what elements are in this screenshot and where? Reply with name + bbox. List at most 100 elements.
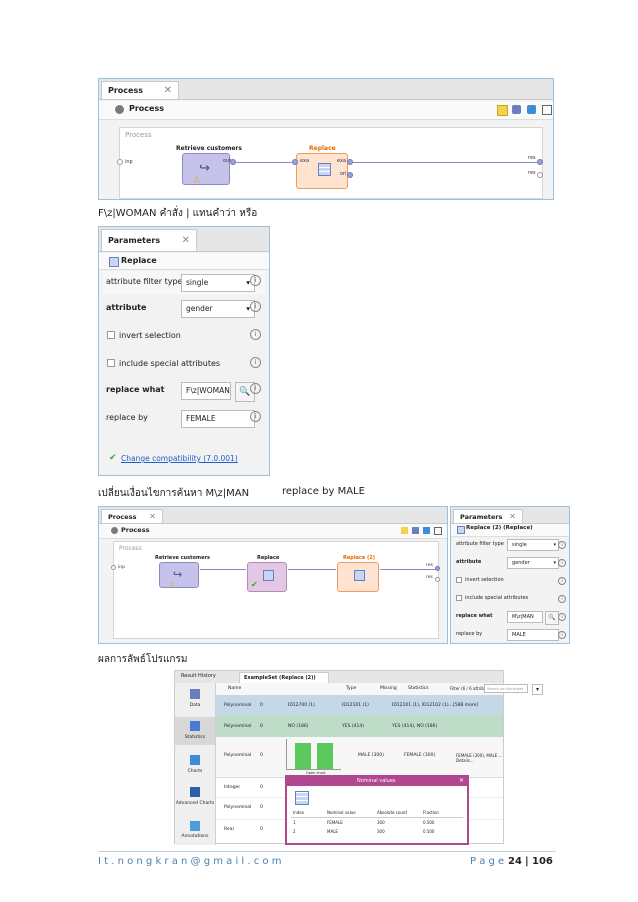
res2-port[interactable]: [435, 577, 440, 582]
expand-icon[interactable]: [542, 105, 552, 115]
cell: 300: [377, 829, 385, 834]
info-icon[interactable]: i: [250, 275, 261, 286]
wire-icon[interactable]: [412, 527, 419, 534]
info-icon[interactable]: i: [558, 577, 566, 585]
side-charts[interactable]: Charts: [175, 753, 215, 779]
select-value: gender: [512, 560, 530, 566]
info-icon[interactable]: i: [558, 631, 566, 639]
table-icon: [354, 570, 365, 581]
replace-by-input[interactable]: FEMALE: [181, 410, 255, 428]
layer-icon[interactable]: [527, 105, 536, 114]
info-icon[interactable]: i: [558, 541, 566, 549]
info-icon[interactable]: i: [250, 329, 261, 340]
wire-icon[interactable]: [512, 105, 521, 114]
op-replace[interactable]: ✔: [247, 562, 287, 592]
info-icon[interactable]: i: [250, 411, 261, 422]
tab-exampleset[interactable]: ExampleSet (Replace (2)): [239, 672, 329, 683]
process-header: Process: [99, 101, 553, 120]
close-icon[interactable]: ✕: [164, 82, 172, 100]
gender-mini-chart[interactable]: [286, 739, 341, 770]
select-value: gender: [186, 304, 213, 313]
close-icon[interactable]: ✕: [459, 777, 464, 784]
side-annotations[interactable]: Annotations: [175, 821, 215, 843]
side-label: Statistics: [184, 735, 206, 740]
op-retrieve-customers[interactable]: ↪ ⚠: [159, 562, 199, 588]
tab-parameters[interactable]: Parameters ✕: [453, 509, 523, 523]
regex-edit-button[interactable]: 🔍: [545, 611, 559, 625]
add-note-icon[interactable]: [497, 105, 508, 116]
info-icon[interactable]: i: [250, 357, 261, 368]
close-icon[interactable]: ✕: [149, 510, 156, 524]
wire-2: [288, 569, 336, 570]
param-label: replace by: [456, 631, 483, 637]
info-icon[interactable]: i: [558, 595, 566, 603]
operator-label: Replace (2) (Replace): [466, 525, 533, 531]
attribute-select[interactable]: gender ▾: [181, 300, 255, 318]
table-icon: [295, 791, 309, 805]
invert-selection-checkbox[interactable]: [456, 577, 462, 583]
close-icon[interactable]: ✕: [509, 510, 516, 524]
attribute-select[interactable]: gender ▾: [507, 557, 559, 569]
param-label: attribute filter type: [456, 541, 504, 547]
info-icon[interactable]: i: [558, 559, 566, 567]
replace-what-input[interactable]: F\z|WOMAN: [181, 382, 231, 400]
replace-what-input[interactable]: M\z|MAN: [507, 611, 543, 623]
stats-row-1[interactable]: Polynominal 0 ID12700 (1) ID12101 (1) ID…: [216, 695, 503, 715]
side-statistics[interactable]: Statistics: [175, 717, 215, 745]
compat-link[interactable]: Change compatibility (7.0.001): [121, 454, 238, 463]
input-port[interactable]: [111, 565, 116, 570]
close-icon[interactable]: ✕: [182, 230, 190, 252]
process-title: Process: [121, 526, 150, 534]
filter-icon[interactable]: ▾: [532, 684, 543, 695]
expand-icon[interactable]: [434, 527, 442, 535]
check-icon: ✔: [251, 580, 258, 589]
tab-label: Process: [108, 86, 143, 95]
warning-icon: ⚠: [193, 175, 201, 184]
cell-type: Polynominal: [224, 753, 252, 758]
invert-selection-checkbox[interactable]: [107, 331, 115, 339]
tab-result-history[interactable]: Result History: [181, 673, 216, 679]
info-icon[interactable]: i: [250, 301, 261, 312]
col-name: Name: [228, 686, 242, 691]
cell: 1: [293, 820, 296, 825]
info-icon[interactable]: i: [558, 613, 566, 621]
cell-values: YES (414), NO (186): [392, 724, 438, 729]
tab-process[interactable]: Process ✕: [101, 81, 179, 99]
replace-by-input[interactable]: MALE: [507, 629, 559, 641]
col-index: Index: [293, 810, 305, 815]
include-special-checkbox[interactable]: [107, 359, 115, 367]
input-port[interactable]: [117, 159, 123, 165]
include-special-checkbox[interactable]: [456, 595, 462, 601]
tab-process[interactable]: Process ✕: [101, 509, 163, 523]
res1-port[interactable]: [537, 159, 543, 165]
cell-missing: 0: [260, 724, 263, 729]
op2-ori-port[interactable]: [347, 172, 353, 178]
add-note-icon[interactable]: [401, 527, 408, 534]
caption-2b: replace by MALE: [282, 486, 365, 497]
process-panel-2: Process ✕ Process Process inp Retrieve c…: [98, 506, 448, 644]
op-replace-2[interactable]: [337, 562, 379, 592]
param-label: replace what: [106, 385, 165, 394]
layer-icon[interactable]: [423, 527, 430, 534]
replace-icon: [109, 257, 119, 267]
op-replace2-title: Replace (2): [343, 555, 376, 561]
res2-port[interactable]: [537, 172, 543, 178]
dialog-titlebar[interactable]: Nominal values ✕: [287, 777, 467, 786]
res1-port[interactable]: [435, 566, 440, 571]
filter-type-select[interactable]: single ▾: [507, 539, 559, 551]
filter-type-select[interactable]: single ▾: [181, 274, 255, 292]
param-row-invert: invert selection i: [103, 325, 265, 347]
nominal-row[interactable]: 1 FEMALE 300 0.500: [291, 819, 463, 827]
info-icon[interactable]: i: [250, 383, 261, 394]
col-count: Absolute count: [377, 810, 408, 815]
stats-row-3[interactable]: Polynominal 0 Open chart MALE (300) FEMA…: [216, 737, 503, 778]
attribute-search-input[interactable]: Search for Attributes: [484, 684, 528, 693]
nominal-row[interactable]: 2 MALE 300 0.500: [291, 828, 463, 836]
side-data[interactable]: Data: [175, 687, 215, 713]
tab-parameters[interactable]: Parameters ✕: [101, 229, 197, 251]
cell-least: NO (186): [288, 724, 309, 729]
stats-row-2[interactable]: Polynominal 0 NO (186) YES (414) YES (41…: [216, 715, 503, 737]
side-advanced-charts[interactable]: Advanced Charts: [175, 785, 215, 815]
op2-in-port[interactable]: [292, 159, 298, 165]
cell-least: MALE (300): [358, 753, 384, 758]
